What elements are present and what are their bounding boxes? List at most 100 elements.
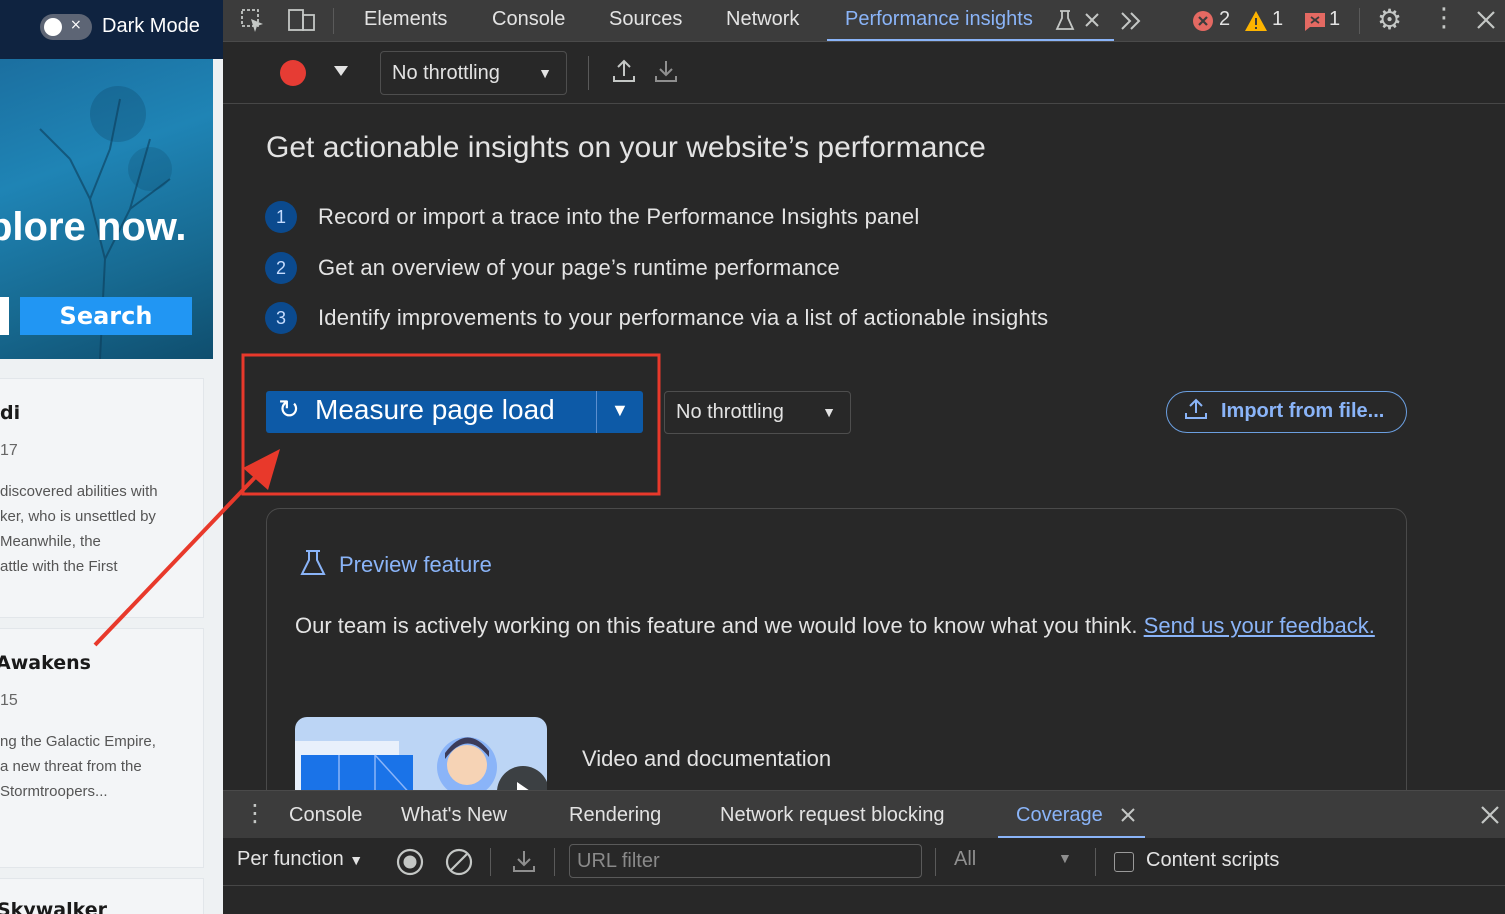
step-text: Identify improvements to your performanc…	[318, 305, 1049, 330]
close-x-icon: ×	[70, 17, 82, 33]
separator	[588, 56, 589, 90]
screen: × Dark Mode plore now. Search di 17 disc…	[0, 0, 1505, 914]
tab-console[interactable]: Console	[492, 0, 565, 41]
preview-text: Our team is actively working on this fea…	[295, 613, 1138, 638]
chevron-down-icon: ▼	[1058, 850, 1072, 866]
movie-card[interactable]: di 17 discovered abilities with ker, who…	[0, 378, 204, 618]
card-desc-line: ker, who is unsettled by	[0, 508, 156, 525]
step-text: Get an overview of your page’s runtime p…	[318, 255, 840, 280]
card-title: di	[0, 402, 21, 424]
search-button[interactable]: Search	[20, 297, 192, 335]
drawer-tab-rendering[interactable]: Rendering	[569, 791, 661, 838]
download-icon[interactable]	[654, 58, 678, 84]
close-tab-icon[interactable]	[1083, 11, 1101, 29]
type-filter-select[interactable]: All ▼	[954, 848, 1074, 871]
throttling-select[interactable]: No throttling ▼	[664, 391, 851, 434]
content-scripts-label: Content scripts	[1146, 849, 1280, 871]
record-dropdown-icon[interactable]	[334, 66, 348, 76]
kebab-menu-icon[interactable]: ⋮	[1431, 3, 1457, 33]
measure-dropdown-icon[interactable]: ▼	[611, 400, 629, 421]
chevron-down-icon: ▼	[822, 404, 836, 420]
per-function-label: Per function	[237, 848, 344, 870]
page-title: Get actionable insights on your website’…	[266, 131, 986, 164]
card-desc-line: a new threat from the	[0, 758, 142, 775]
separator	[490, 848, 491, 876]
measure-label: Measure page load	[315, 394, 555, 425]
content-scripts-checkbox[interactable]	[1114, 852, 1134, 872]
issues-icon[interactable]	[1304, 12, 1326, 32]
reload-icon: ↻	[278, 395, 300, 425]
per-function-select[interactable]: Per function ▼	[237, 848, 363, 871]
dark-mode-label: Dark Mode	[102, 15, 200, 37]
card-desc-line: discovered abilities with	[0, 483, 158, 500]
record-button[interactable]	[280, 60, 306, 86]
step-text: Record or import a trace into the Perfor…	[318, 204, 920, 229]
devtools-tabbar: Elements Console Sources Network Perform…	[223, 0, 1505, 42]
throttling-select-label: No throttling	[676, 401, 784, 423]
upload-icon	[1185, 398, 1207, 419]
device-toolbar-icon[interactable]	[287, 7, 317, 35]
inspect-element-icon[interactable]	[239, 7, 267, 35]
card-desc-line: attle with the First	[0, 558, 118, 575]
upload-icon[interactable]	[612, 58, 636, 84]
drawer-tabbar: ⋮ Console What's New Rendering Network r…	[223, 790, 1505, 838]
export-icon[interactable]	[512, 848, 536, 874]
url-filter-input[interactable]: URL filter	[569, 844, 922, 878]
drawer-menu-icon[interactable]: ⋮	[243, 799, 267, 827]
hero-heading: plore now.	[0, 205, 187, 249]
dark-mode-toggle[interactable]: ×	[40, 14, 92, 40]
separator	[1359, 8, 1360, 34]
drawer-tab-whats-new[interactable]: What's New	[401, 791, 507, 838]
tab-performance-insights[interactable]: Performance insights	[827, 0, 1114, 41]
drawer-tab-network-request-blocking[interactable]: Network request blocking	[720, 791, 945, 838]
separator	[554, 848, 555, 876]
error-icon[interactable]	[1192, 10, 1214, 32]
card-desc-line: ng the Galactic Empire,	[0, 733, 156, 750]
start-instrumenting-icon[interactable]	[396, 848, 424, 876]
type-filter-label: All	[954, 848, 977, 870]
drawer-tab-label: Coverage	[1016, 804, 1103, 826]
tab-sources[interactable]: Sources	[609, 0, 682, 41]
button-divider	[596, 391, 597, 433]
movie-card[interactable]: Awakens 15 ng the Galactic Empire, a new…	[0, 628, 204, 868]
feedback-link[interactable]: Send us your feedback.	[1144, 613, 1375, 638]
separator	[333, 8, 334, 34]
movie-card[interactable]: Skywalker	[0, 878, 204, 914]
search-input[interactable]	[0, 297, 9, 335]
close-devtools-icon[interactable]	[1475, 9, 1497, 31]
throttling-label: No throttling	[392, 62, 500, 84]
card-desc-line: Meanwhile, the	[0, 533, 101, 550]
flask-icon	[300, 550, 326, 575]
hero-banner: plore now. Search	[0, 59, 213, 359]
warning-count: 1	[1272, 8, 1284, 30]
step-number: 1	[265, 201, 297, 233]
more-tabs-icon[interactable]	[1119, 10, 1143, 32]
card-desc-line: Stormtroopers...	[0, 783, 108, 800]
measure-page-load-button[interactable]: ↻ Measure page load ▼	[266, 391, 643, 433]
performance-toolbar: No throttling ▼	[223, 42, 1505, 104]
gear-icon[interactable]: ⚙	[1377, 3, 1402, 36]
step-number: 2	[265, 252, 297, 284]
import-label: Import from file...	[1221, 400, 1385, 422]
devtools-panel: Elements Console Sources Network Perform…	[223, 0, 1505, 914]
tab-elements[interactable]: Elements	[364, 0, 447, 41]
coverage-toolbar: Per function ▼ URL filter All ▼ Content …	[223, 838, 1505, 886]
tab-network[interactable]: Network	[726, 0, 799, 41]
drawer-tab-console[interactable]: Console	[289, 791, 362, 838]
warning-icon[interactable]	[1244, 10, 1268, 32]
tab-label: Performance insights	[845, 8, 1033, 30]
preview-title: Preview feature	[339, 552, 492, 577]
chevron-down-icon: ▼	[349, 852, 364, 868]
import-from-file-button[interactable]: Import from file...	[1166, 391, 1407, 433]
card-title: Skywalker	[0, 899, 107, 914]
close-drawer-icon[interactable]	[1480, 805, 1500, 825]
toggle-knob	[44, 18, 62, 36]
clear-icon[interactable]	[445, 848, 473, 876]
step-number: 3	[265, 302, 297, 334]
site-header: × Dark Mode	[0, 0, 223, 59]
error-count: 2	[1219, 8, 1231, 30]
card-year: 15	[0, 692, 18, 709]
close-tab-icon[interactable]	[1120, 807, 1136, 823]
throttling-dropdown[interactable]: No throttling ▼	[380, 51, 567, 95]
drawer-tab-coverage[interactable]: Coverage	[998, 791, 1145, 838]
